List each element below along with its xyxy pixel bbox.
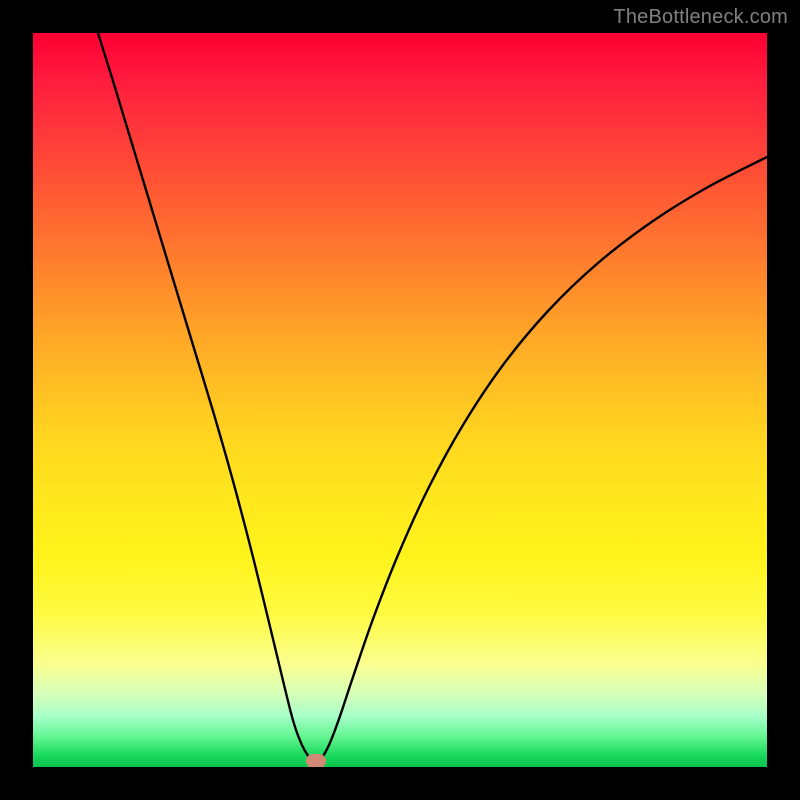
- plot-area: [33, 33, 767, 767]
- watermark-text: TheBottleneck.com: [613, 6, 788, 29]
- chart-frame: TheBottleneck.com: [0, 0, 800, 800]
- bottleneck-curve: [33, 33, 767, 767]
- optimal-point-marker: [306, 754, 326, 767]
